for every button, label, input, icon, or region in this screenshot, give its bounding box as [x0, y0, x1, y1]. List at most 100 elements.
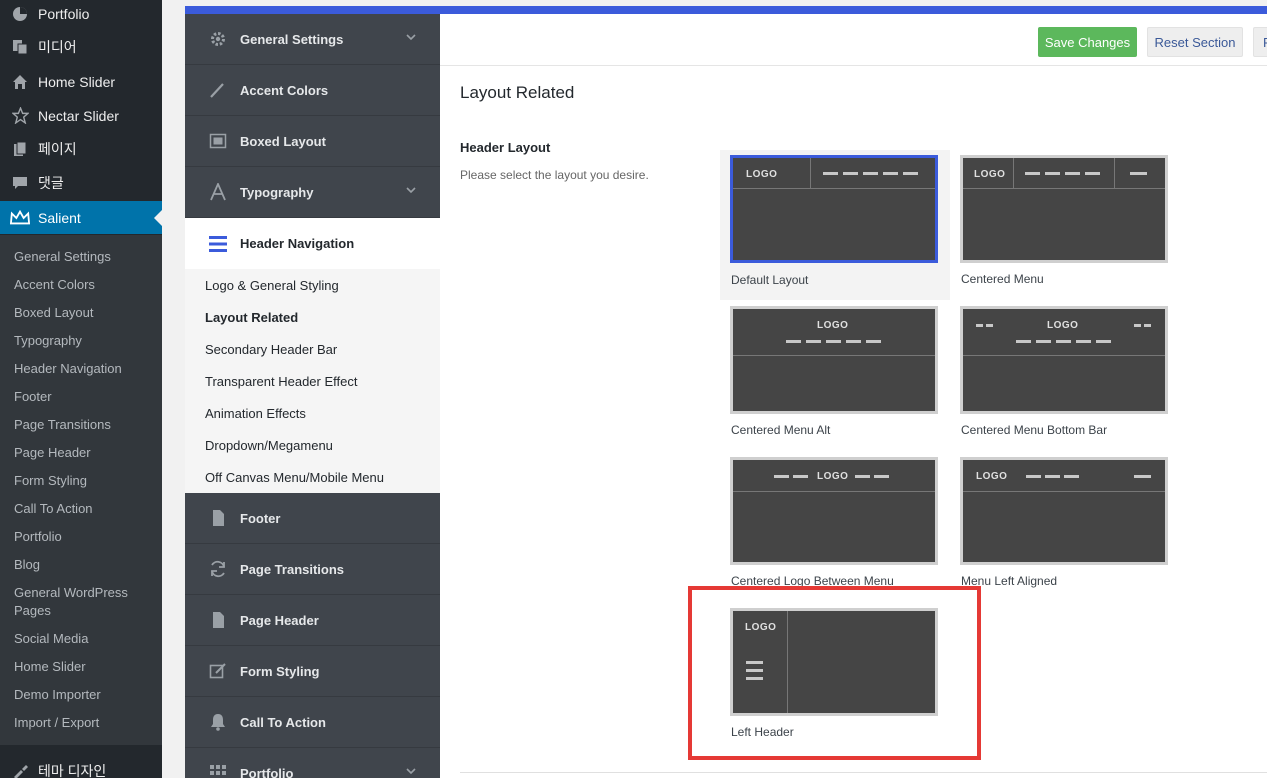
submenu-item[interactable]: Social Media	[14, 630, 154, 648]
edit-icon	[208, 661, 228, 681]
comments-icon	[10, 173, 30, 193]
thumb-menu-dash	[1045, 475, 1060, 478]
thumb-menu-dash	[793, 475, 808, 478]
bell-icon	[208, 712, 228, 732]
menu-item-home-slider[interactable]: Home Slider	[0, 65, 162, 98]
chevron-down-icon	[406, 33, 416, 44]
nav-label: Footer	[240, 510, 281, 526]
thumb-logo: LOGO	[976, 471, 1008, 482]
submenu-item[interactable]: Accent Colors	[14, 276, 154, 294]
grid-icon	[208, 763, 228, 778]
submenu-item[interactable]: Call To Action	[14, 500, 154, 518]
submenu-item[interactable]: General Settings	[14, 248, 154, 266]
submenu-item[interactable]: Demo Importer	[14, 686, 154, 704]
menu-label: 댓글	[38, 174, 64, 191]
layout-option-centered-menu[interactable]: LOGO Centered Menu	[950, 155, 1180, 305]
thumb-header-line	[963, 355, 1165, 356]
nav-portfolio[interactable]: Portfolio	[185, 748, 440, 778]
subnav-transparent-header-effect[interactable]: Transparent Header Effect	[205, 374, 357, 389]
thumb-menu-dash	[1025, 172, 1040, 175]
nav-footer[interactable]: Footer	[185, 493, 440, 544]
thumb-menu-dash	[1076, 340, 1091, 343]
menu-item-pages[interactable]: 페이지	[0, 132, 162, 165]
menu-item-media[interactable]: 미디어	[0, 30, 162, 63]
subnav-logo-general-styling[interactable]: Logo & General Styling	[205, 278, 339, 293]
reset-section-button[interactable]: Reset Section	[1147, 27, 1243, 57]
submenu-item[interactable]: Blog	[14, 556, 154, 574]
menu-item-salient[interactable]: Salient	[0, 201, 162, 234]
layout-option-label: Centered Menu	[961, 272, 1044, 286]
subnav-animation-effects[interactable]: Animation Effects	[205, 406, 306, 421]
layout-option-centered-menu-alt[interactable]: LOGO Centered Menu Alt	[720, 306, 950, 456]
nav-boxed-layout[interactable]: Boxed Layout	[185, 116, 440, 167]
submenu-item[interactable]: Footer	[14, 388, 154, 406]
submenu-item[interactable]: Home Slider	[14, 658, 154, 676]
nav-form-styling[interactable]: Form Styling	[185, 646, 440, 697]
action-bar: Save Changes Reset Section F	[440, 14, 1267, 66]
thumb-menu-dash	[806, 340, 821, 343]
submenu-item[interactable]: Form Styling	[14, 472, 154, 490]
submenu-item[interactable]: Boxed Layout	[14, 304, 154, 322]
refresh-icon	[208, 559, 228, 579]
subnav-secondary-header-bar[interactable]: Secondary Header Bar	[205, 342, 337, 357]
layout-thumbnail: LOGO	[730, 457, 938, 565]
file-icon	[208, 508, 228, 528]
menu-item-comments[interactable]: 댓글	[0, 166, 162, 199]
home-icon	[10, 72, 30, 92]
layout-option-menu-left-aligned[interactable]: LOGO Menu Left Aligned	[950, 457, 1180, 607]
submenu-item[interactable]: Typography	[14, 332, 154, 350]
nav-label: General Settings	[240, 31, 344, 47]
nav-header-navigation[interactable]: Header Navigation	[185, 218, 440, 269]
header-navigation-subnav: Logo & General Styling Layout Related Se…	[185, 269, 440, 493]
highlight-annotation	[688, 586, 981, 760]
reset-all-button[interactable]: F	[1253, 27, 1267, 57]
nav-typography[interactable]: Typography	[185, 167, 440, 218]
nav-accent-colors[interactable]: Accent Colors	[185, 65, 440, 116]
submenu-item[interactable]: Header Navigation	[14, 360, 154, 378]
nav-call-to-action[interactable]: Call To Action	[185, 697, 440, 748]
thumb-menu-dash	[1026, 475, 1041, 478]
thumb-header-line	[963, 491, 1165, 492]
thumb-menu-dash	[883, 172, 898, 175]
nav-general-settings[interactable]: General Settings	[185, 14, 440, 65]
thumb-logo: LOGO	[974, 169, 1006, 180]
submenu-item[interactable]: Import / Export	[14, 714, 154, 732]
layout-option-default[interactable]: LOGO Default Layout	[720, 150, 950, 300]
submenu-item[interactable]: Portfolio	[14, 528, 154, 546]
menu-item-portfolio[interactable]: Portfolio	[0, 0, 162, 30]
menu-label: Home Slider	[38, 73, 116, 90]
options-nav: General Settings Accent Colors Boxed Lay…	[185, 14, 440, 778]
brush-icon	[10, 761, 30, 778]
thumb-menu-dash	[1134, 475, 1151, 478]
menu-item-theme-design[interactable]: 테마 디자인	[0, 754, 162, 778]
submenu-item[interactable]: Page Header	[14, 444, 154, 462]
layout-option-centered-menu-bottom-bar[interactable]: LOGO Centered Menu Bottom Bar	[950, 306, 1180, 456]
subnav-off-canvas-menu[interactable]: Off Canvas Menu/Mobile Menu	[205, 470, 384, 485]
thumb-menu-dash	[855, 475, 870, 478]
thumb-menu-dash	[1056, 340, 1071, 343]
nav-label: Portfolio	[240, 765, 294, 778]
thumb-menu-dash	[1085, 172, 1100, 175]
nav-label: Typography	[240, 184, 314, 200]
thumb-header-line	[963, 188, 1165, 189]
submenu-item[interactable]: Page Transitions	[14, 416, 154, 434]
menu-label: Salient	[38, 209, 81, 226]
layout-option-label: Centered Menu Bottom Bar	[961, 423, 1108, 437]
chevron-down-icon	[406, 186, 416, 197]
menu-item-nectar-slider[interactable]: Nectar Slider	[0, 99, 162, 132]
thumb-menu-dash	[976, 324, 983, 327]
save-changes-button[interactable]: Save Changes	[1038, 27, 1137, 57]
nav-page-transitions[interactable]: Page Transitions	[185, 544, 440, 595]
subnav-dropdown-megamenu[interactable]: Dropdown/Megamenu	[205, 438, 333, 453]
layout-option-centered-logo-between-menu[interactable]: LOGO Centered Logo Between Menu	[720, 457, 950, 607]
options-top-bar	[185, 6, 1267, 14]
thumb-menu-dash	[903, 172, 918, 175]
pages-icon	[10, 139, 30, 159]
active-arrow	[154, 210, 162, 226]
layout-thumbnail: LOGO	[960, 457, 1168, 565]
submenu-item[interactable]: General WordPress Pages	[14, 584, 154, 620]
subnav-layout-related[interactable]: Layout Related	[205, 310, 298, 325]
layout-thumbnail: LOGO	[730, 155, 938, 263]
menu-label: 미디어	[38, 38, 77, 55]
nav-page-header[interactable]: Page Header	[185, 595, 440, 646]
